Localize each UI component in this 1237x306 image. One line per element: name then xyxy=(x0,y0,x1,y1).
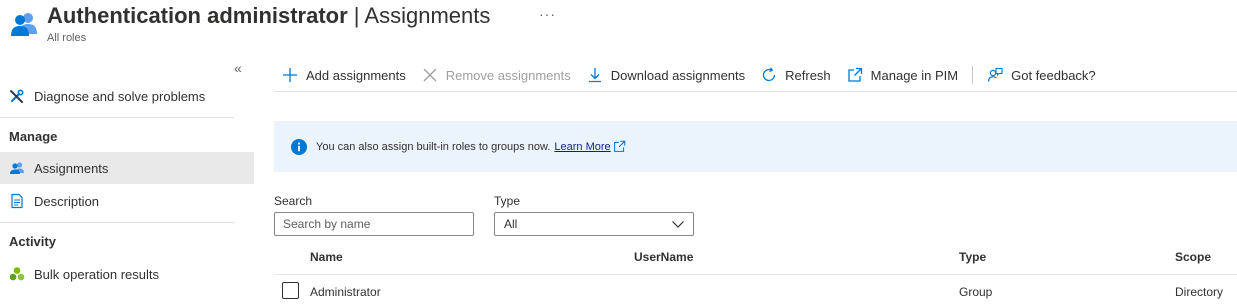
sidebar-divider xyxy=(0,222,234,223)
plus-icon xyxy=(282,67,298,83)
external-link-icon xyxy=(613,140,625,152)
column-header-username[interactable]: UserName xyxy=(634,250,693,264)
sidebar-item-diagnose[interactable]: Diagnose and solve problems xyxy=(0,80,254,112)
learn-more-link[interactable]: Learn More xyxy=(554,141,610,153)
wrench-icon xyxy=(9,88,25,104)
sidebar-item-label: Description xyxy=(34,193,100,209)
refresh-button[interactable]: Refresh xyxy=(753,60,839,90)
sidebar-section-manage: Manage xyxy=(9,129,58,144)
feedback-icon xyxy=(987,67,1003,83)
collapse-sidebar-button[interactable]: « xyxy=(234,60,242,76)
info-banner-message: You can also assign built-in roles to gr… xyxy=(316,140,551,153)
refresh-label: Refresh xyxy=(785,67,831,83)
users-icon xyxy=(9,160,25,176)
page-title-section: | Assignments xyxy=(347,3,491,28)
remove-assignments-button[interactable]: Remove assignments xyxy=(414,60,579,90)
external-link-icon xyxy=(847,67,863,83)
column-header-scope[interactable]: Scope xyxy=(1175,250,1211,264)
type-label: Type xyxy=(494,194,521,208)
page-title: Authentication administrator | Assignmen… xyxy=(47,3,490,29)
sidebar-item-description[interactable]: Description xyxy=(0,185,254,217)
manage-in-pim-label: Manage in PIM xyxy=(870,67,959,83)
cell-type: Group xyxy=(959,285,993,299)
page-title-main: Authentication administrator xyxy=(47,3,348,28)
info-banner: You can also assign built-in roles to gr… xyxy=(274,121,1237,172)
refresh-icon xyxy=(761,67,777,83)
chevron-down-icon xyxy=(672,221,684,228)
download-icon xyxy=(587,67,603,83)
table-row[interactable]: Administrator Group Directory xyxy=(274,276,1237,306)
search-input[interactable] xyxy=(274,212,474,236)
search-label: Search xyxy=(274,194,313,208)
close-icon xyxy=(422,67,438,83)
feedback-label: Got feedback? xyxy=(1011,67,1096,83)
row-checkbox[interactable] xyxy=(282,282,299,299)
type-dropdown-value: All xyxy=(504,217,518,231)
toolbar-divider xyxy=(972,66,974,84)
page-header: Authentication administrator | Assignmen… xyxy=(0,0,1237,52)
column-header-type[interactable]: Type xyxy=(959,250,986,264)
sidebar-item-label: Assignments xyxy=(34,160,109,176)
table-header-divider xyxy=(274,274,1237,275)
type-dropdown[interactable]: All xyxy=(494,212,694,236)
download-assignments-label: Download assignments xyxy=(610,67,746,83)
manage-in-pim-button[interactable]: Manage in PIM xyxy=(839,60,966,90)
sidebar-item-label: Diagnose and solve problems xyxy=(34,88,206,104)
sidebar-section-activity: Activity xyxy=(9,234,56,249)
role-icon xyxy=(11,13,37,36)
cell-scope: Directory xyxy=(1175,285,1224,299)
info-icon xyxy=(291,138,307,155)
toolbar-divider-line xyxy=(274,91,1237,92)
sidebar: « Diagnose and solve problems Manage Ass… xyxy=(0,52,262,306)
sidebar-divider xyxy=(0,117,234,118)
add-assignments-button[interactable]: Add assignments xyxy=(274,60,414,90)
add-assignments-label: Add assignments xyxy=(306,67,406,83)
bulk-results-icon xyxy=(9,266,25,282)
breadcrumb-subtitle[interactable]: All roles xyxy=(47,32,86,44)
remove-assignments-label: Remove assignments xyxy=(445,67,571,83)
document-icon xyxy=(9,193,25,209)
cell-name: Administrator xyxy=(310,285,381,299)
download-assignments-button[interactable]: Download assignments xyxy=(579,60,753,90)
feedback-button[interactable]: Got feedback? xyxy=(979,60,1104,90)
sidebar-item-label: Bulk operation results xyxy=(34,266,160,282)
column-header-name[interactable]: Name xyxy=(310,250,343,264)
sidebar-item-assignments[interactable]: Assignments xyxy=(0,152,254,184)
more-options-button[interactable]: ··· xyxy=(539,6,556,22)
sidebar-item-bulk-operation-results[interactable]: Bulk operation results xyxy=(0,258,254,290)
command-bar: Add assignments Remove assignments Downl… xyxy=(274,60,1104,90)
